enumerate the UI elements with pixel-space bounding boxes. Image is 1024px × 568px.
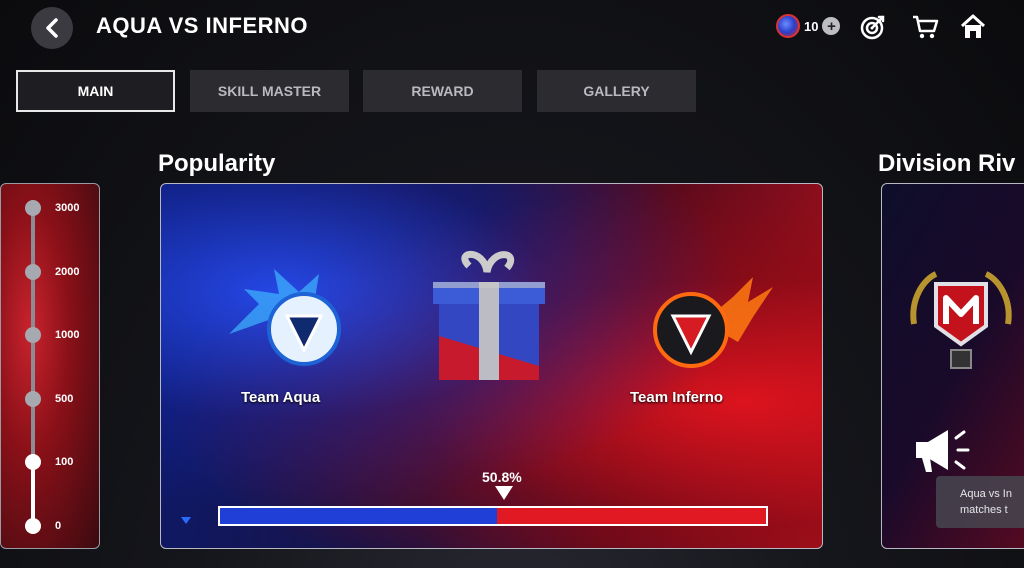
tick-label: 3000 bbox=[55, 202, 80, 214]
team-aqua-label: Team Aqua bbox=[241, 389, 321, 406]
popularity-bar bbox=[218, 506, 768, 526]
back-icon bbox=[46, 18, 58, 38]
tab-main[interactable]: MAIN bbox=[16, 70, 175, 112]
team-inferno-emblem-icon bbox=[653, 277, 773, 368]
division-title: Division Riv bbox=[878, 150, 1016, 177]
popularity-percent: 50.8% bbox=[482, 469, 522, 485]
team-inferno-label: Team Inferno bbox=[630, 389, 724, 406]
tick-label: 2000 bbox=[55, 266, 80, 278]
division-badge-icon bbox=[910, 271, 1012, 369]
tab-gallery[interactable]: GALLERY bbox=[537, 70, 696, 112]
tick-label: 500 bbox=[55, 393, 74, 405]
level-progress-card[interactable]: 3000 2000 1000 500 100 0 bbox=[0, 183, 100, 549]
tick-label: 1000 bbox=[55, 329, 80, 341]
page-title: AQUA VS INFERNO bbox=[96, 13, 309, 38]
currency-value: 10 bbox=[804, 18, 819, 34]
gift-box-icon[interactable] bbox=[429, 246, 549, 384]
division-tooltip: Aqua vs In matches t bbox=[936, 476, 1024, 528]
coin-icon bbox=[776, 14, 800, 38]
tick-dot bbox=[25, 327, 41, 343]
tab-reward[interactable]: REWARD bbox=[363, 70, 522, 112]
cart-button[interactable] bbox=[910, 12, 940, 42]
popularity-bar-aqua-fill bbox=[220, 508, 498, 524]
tick-label: 100 bbox=[55, 456, 74, 468]
target-icon bbox=[860, 15, 885, 40]
tick-dot bbox=[25, 264, 41, 280]
tick-dot bbox=[25, 518, 41, 534]
cart-icon bbox=[913, 15, 939, 39]
home-icon bbox=[960, 14, 986, 38]
back-button[interactable] bbox=[31, 7, 73, 49]
tick-dot bbox=[25, 200, 41, 216]
tooltip-line: matches t bbox=[960, 504, 1008, 516]
division-rivals-card[interactable]: Aqua vs In matches t bbox=[881, 183, 1024, 549]
team-aqua-emblem-icon bbox=[229, 269, 341, 366]
popularity-title: Popularity bbox=[158, 150, 276, 177]
tick-label: 0 bbox=[55, 520, 62, 532]
progress-track-fill bbox=[31, 462, 35, 526]
plus-icon[interactable]: + bbox=[822, 17, 841, 35]
megaphone-icon bbox=[916, 430, 970, 472]
home-button[interactable] bbox=[958, 12, 988, 42]
tick-dot-current bbox=[25, 454, 41, 470]
popularity-card[interactable]: Team Aqua Team Inferno 50.8% bbox=[160, 183, 823, 549]
target-button[interactable] bbox=[858, 12, 888, 42]
indicator-triangle-icon bbox=[181, 517, 191, 524]
currency-display: 10 + bbox=[776, 14, 841, 38]
tab-skill-master[interactable]: SKILL MASTER bbox=[190, 70, 349, 112]
tick-dot bbox=[25, 391, 41, 407]
tooltip-line: Aqua vs In bbox=[960, 488, 1012, 500]
popularity-pointer-icon bbox=[495, 486, 513, 500]
